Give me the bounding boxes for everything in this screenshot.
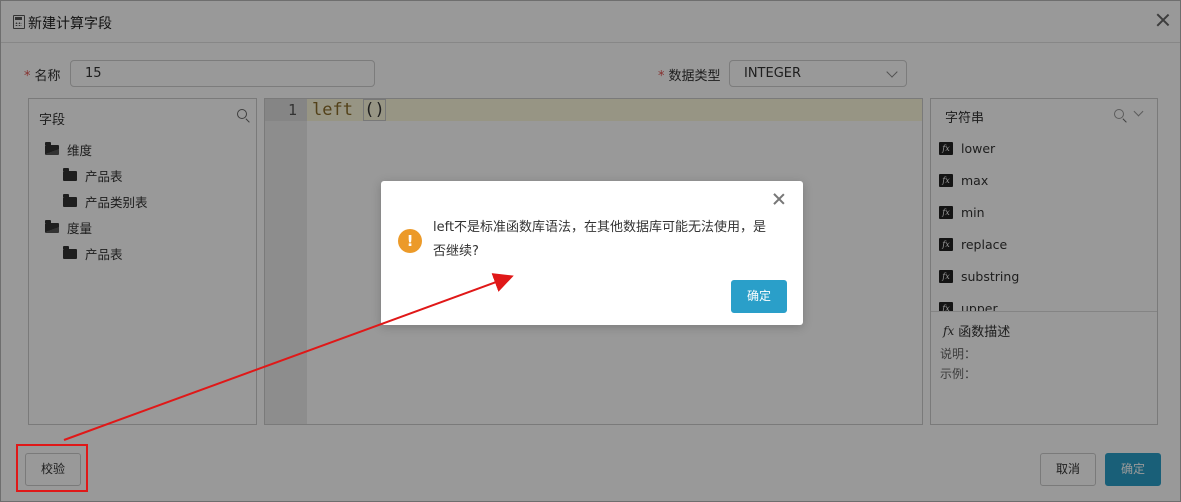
annotation-arrow (63, 273, 514, 441)
